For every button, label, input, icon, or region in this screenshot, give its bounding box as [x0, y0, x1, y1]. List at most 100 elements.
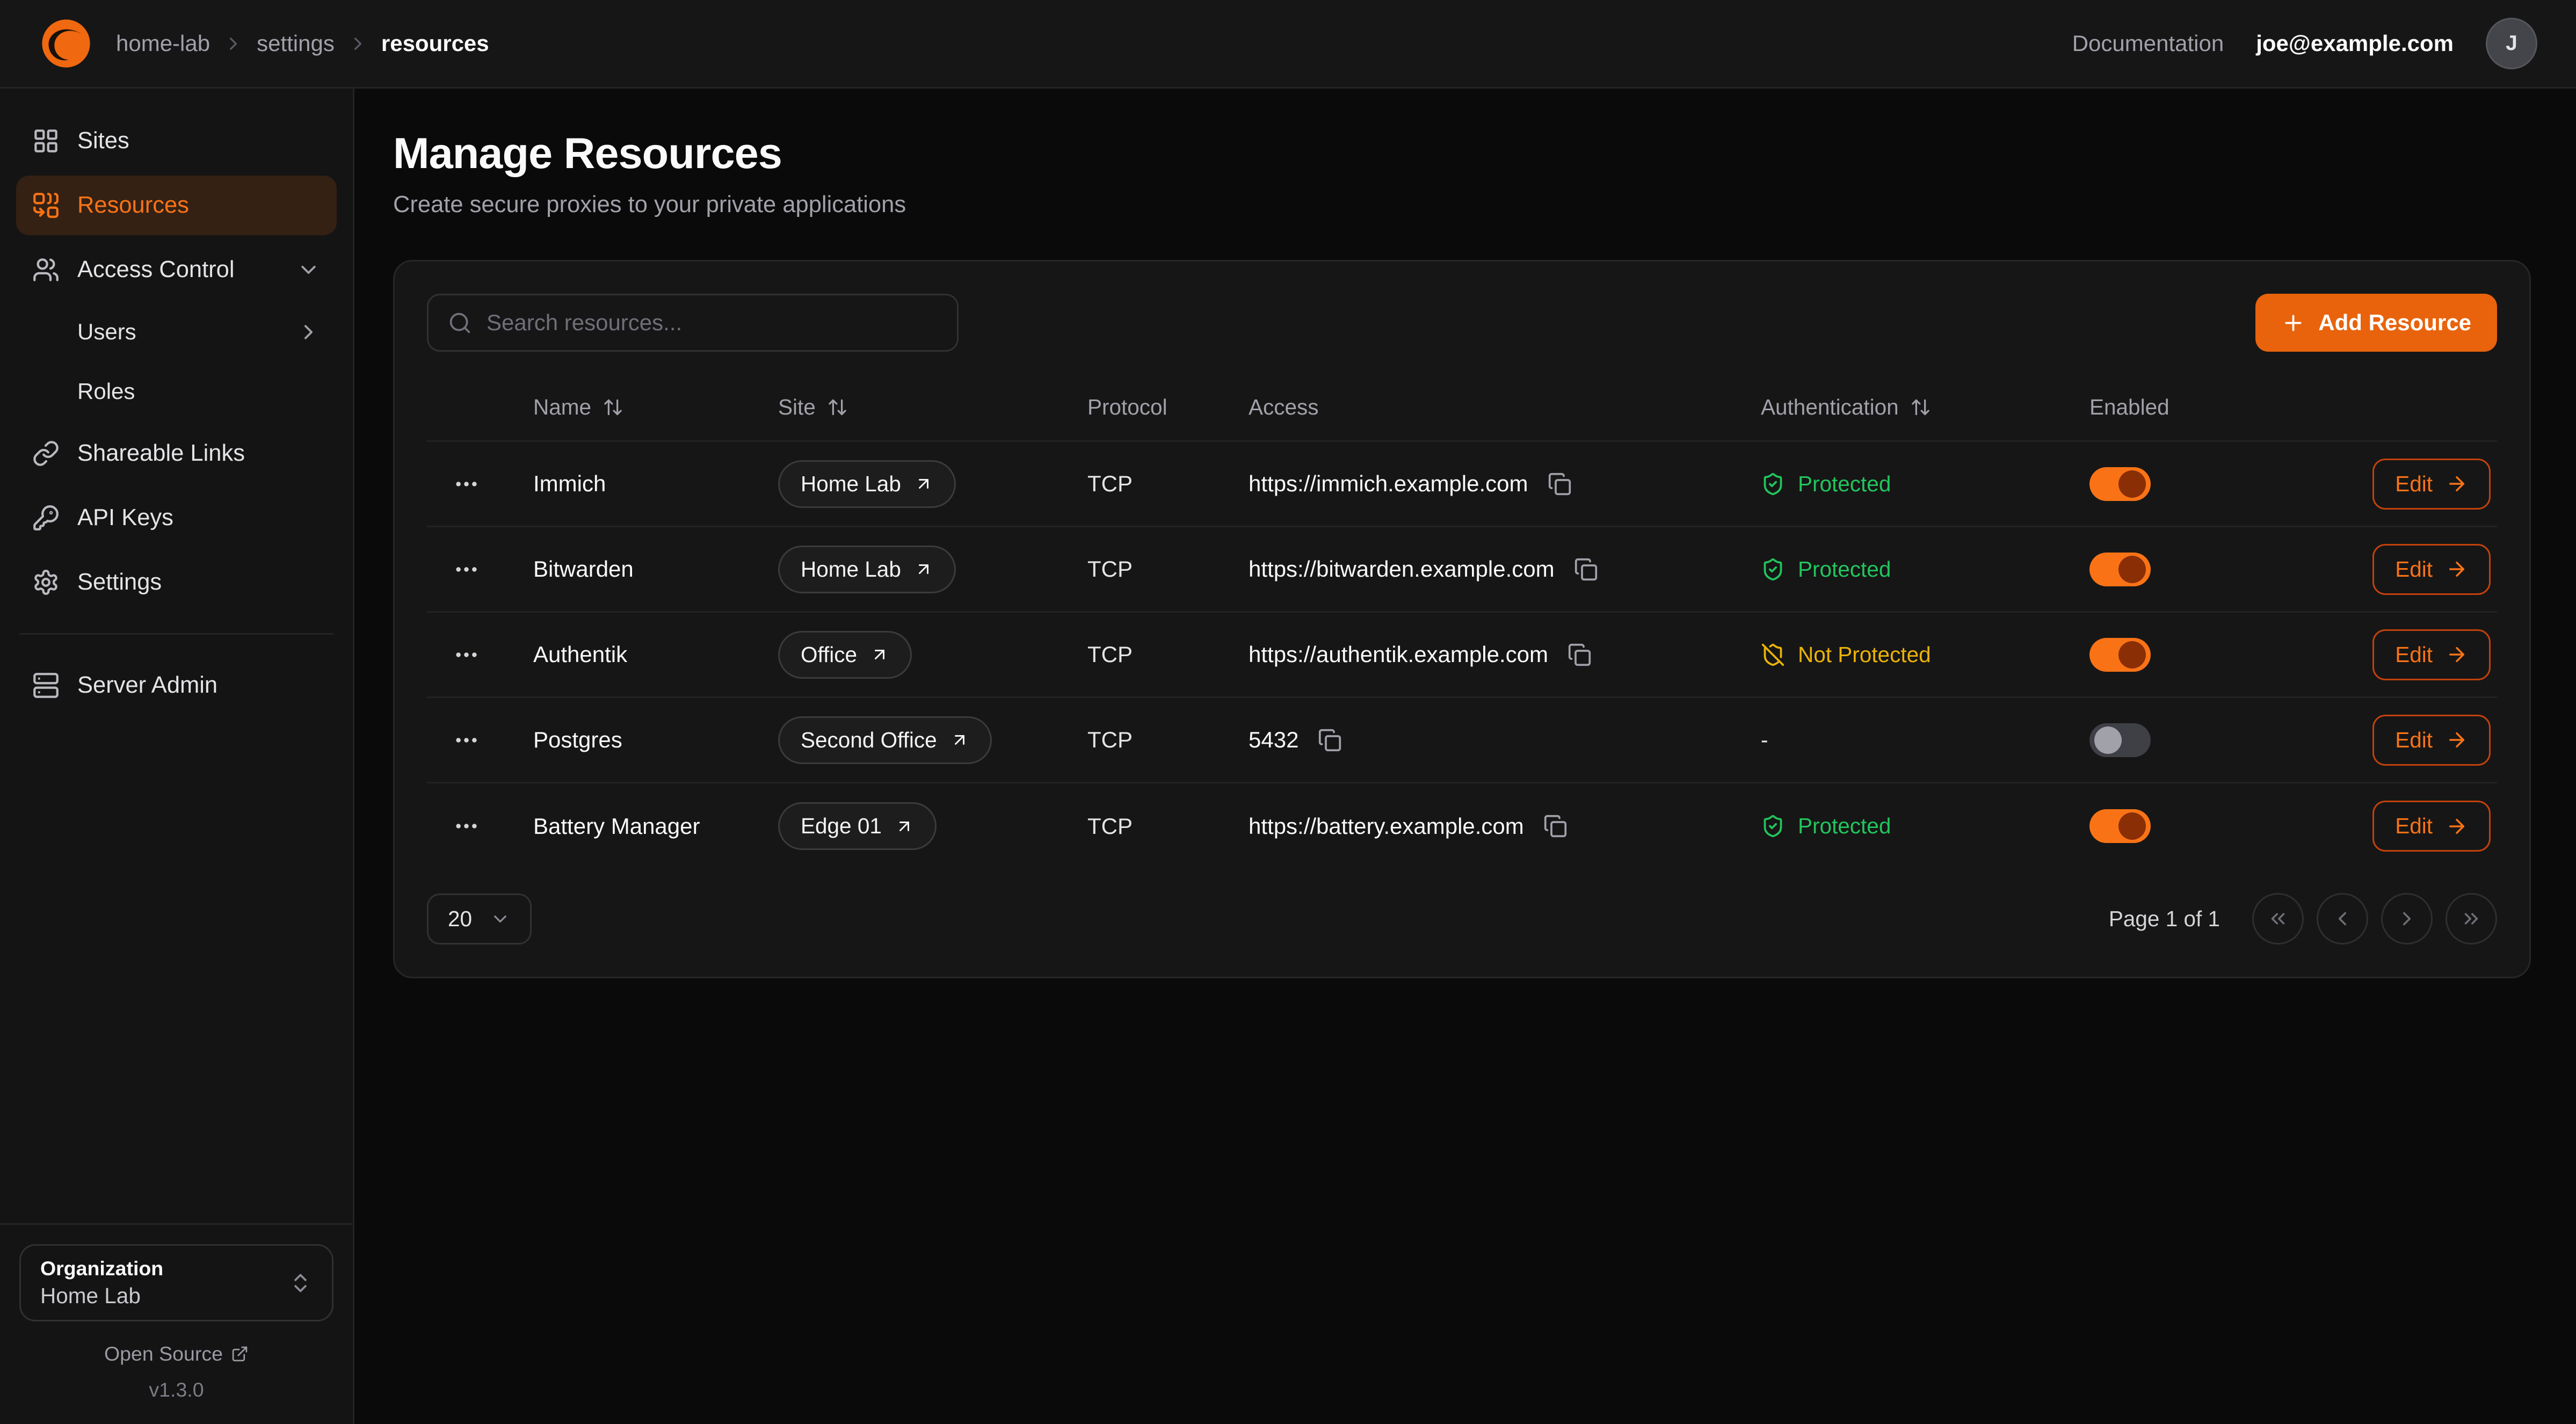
organization-select[interactable]: Organization Home Lab	[19, 1244, 333, 1321]
chevrons-up-down-icon	[288, 1271, 313, 1295]
breadcrumb-settings[interactable]: settings	[257, 31, 335, 56]
resource-name: Immich	[533, 471, 778, 497]
external-link-icon	[231, 1345, 249, 1363]
site-link[interactable]: Office	[778, 631, 912, 679]
user-email[interactable]: joe@example.com	[2256, 31, 2454, 56]
arrow-right-icon	[2446, 815, 2468, 838]
auth-status: Protected	[1761, 557, 2089, 582]
auth-status: Protected	[1761, 471, 2089, 497]
plus-icon	[2281, 311, 2305, 335]
sidebar-item-settings[interactable]: Settings	[16, 553, 337, 612]
row-actions-button[interactable]	[446, 464, 487, 504]
pangolin-logo-icon	[39, 16, 93, 71]
previous-page-button[interactable]	[2317, 893, 2368, 945]
open-source-link[interactable]: Open Source	[19, 1342, 333, 1365]
resource-name: Battery Manager	[533, 813, 778, 839]
sidebar-item-shareable-links[interactable]: Shareable Links	[16, 424, 337, 483]
chevrons-right-icon	[2460, 907, 2483, 930]
breadcrumb-org[interactable]: home-lab	[116, 31, 210, 56]
organization-value: Home Lab	[40, 1283, 163, 1309]
first-page-button[interactable]	[2252, 893, 2304, 945]
sidebar-item-users[interactable]: Users	[16, 304, 337, 359]
chevron-right-icon	[296, 320, 321, 344]
shield-off-icon	[1761, 643, 1785, 667]
enabled-toggle[interactable]	[2089, 467, 2151, 501]
edit-button[interactable]: Edit	[2372, 715, 2491, 766]
avatar[interactable]: J	[2486, 18, 2537, 69]
site-link[interactable]: Second Office	[778, 716, 992, 764]
app-logo[interactable]	[39, 16, 93, 71]
link-icon	[32, 440, 60, 467]
toggle-thumb	[2118, 641, 2146, 669]
next-page-button[interactable]	[2381, 893, 2433, 945]
sort-icon	[603, 397, 623, 418]
server-icon	[32, 672, 60, 699]
add-resource-button[interactable]: Add Resource	[2255, 294, 2497, 352]
app-version: v1.3.0	[19, 1378, 333, 1401]
toggle-thumb	[2118, 556, 2146, 583]
column-header-access: Access	[1249, 395, 1761, 420]
table-body: Immich Home Lab TCP https://immich.examp…	[427, 442, 2497, 869]
site-link[interactable]: Edge 01	[778, 802, 937, 850]
enabled-toggle[interactable]	[2089, 553, 2151, 586]
resource-protocol: TCP	[1087, 471, 1249, 497]
edit-button[interactable]: Edit	[2372, 629, 2491, 680]
organization-label: Organization	[40, 1257, 163, 1280]
copy-button[interactable]	[1540, 811, 1571, 841]
documentation-link[interactable]: Documentation	[2072, 31, 2224, 56]
arrow-up-right-icon	[914, 560, 933, 579]
avatar-initial: J	[2506, 32, 2517, 55]
chevron-right-icon	[347, 33, 368, 54]
last-page-button[interactable]	[2446, 893, 2497, 945]
ellipsis-icon	[453, 641, 480, 669]
column-header-name[interactable]: Name	[533, 395, 778, 420]
column-header-site[interactable]: Site	[778, 395, 1087, 420]
copy-button[interactable]	[1564, 640, 1595, 670]
enabled-toggle[interactable]	[2089, 809, 2151, 843]
row-actions-button[interactable]	[446, 635, 487, 675]
resource-access: https://immich.example.com	[1249, 469, 1761, 499]
sidebar-item-server-admin[interactable]: Server Admin	[16, 656, 337, 715]
edit-button[interactable]: Edit	[2372, 459, 2491, 510]
enabled-toggle[interactable]	[2089, 638, 2151, 672]
sort-icon	[1910, 397, 1931, 418]
chevron-right-icon	[2396, 907, 2418, 930]
sidebar-item-access-control[interactable]: Access Control	[16, 240, 337, 300]
chevron-down-icon	[296, 258, 321, 282]
search-box	[427, 294, 959, 352]
column-header-authentication[interactable]: Authentication	[1761, 395, 2089, 420]
site-link[interactable]: Home Lab	[778, 546, 956, 593]
table-row: Battery Manager Edge 01 TCP https://batt…	[427, 783, 2497, 869]
auth-status: -	[1761, 728, 2089, 753]
row-actions-button[interactable]	[446, 549, 487, 590]
copy-button[interactable]	[1571, 554, 1601, 585]
gear-icon	[32, 569, 60, 596]
shield-check-icon	[1761, 472, 1785, 496]
table-row: Immich Home Lab TCP https://immich.examp…	[427, 442, 2497, 527]
sidebar-item-sites[interactable]: Sites	[16, 111, 337, 171]
copy-icon	[1574, 557, 1598, 582]
edit-button[interactable]: Edit	[2372, 801, 2491, 852]
search-input[interactable]	[487, 310, 938, 336]
row-actions-button[interactable]	[446, 806, 487, 846]
shield-check-icon	[1761, 557, 1785, 582]
sidebar-item-resources[interactable]: Resources	[16, 176, 337, 235]
page-size-select[interactable]: 20	[427, 893, 532, 945]
resource-access: https://authentik.example.com	[1249, 640, 1761, 670]
edit-button[interactable]: Edit	[2372, 544, 2491, 595]
enabled-toggle[interactable]	[2089, 723, 2151, 757]
sidebar-item-roles[interactable]: Roles	[16, 364, 337, 419]
copy-button[interactable]	[1544, 469, 1575, 499]
row-actions-button[interactable]	[446, 720, 487, 760]
site-link[interactable]: Home Lab	[778, 460, 956, 508]
key-icon	[32, 504, 60, 532]
copy-button[interactable]	[1315, 725, 1345, 755]
main-content: Manage Resources Create secure proxies t…	[354, 89, 2576, 1424]
ellipsis-icon	[453, 726, 480, 754]
auth-status: Not Protected	[1761, 642, 2089, 667]
arrow-right-icon	[2446, 473, 2468, 495]
chevron-down-icon	[490, 909, 511, 929]
sidebar-item-api-keys[interactable]: API Keys	[16, 488, 337, 548]
copy-icon	[1548, 472, 1572, 496]
sidebar-item-label: Settings	[77, 569, 162, 595]
